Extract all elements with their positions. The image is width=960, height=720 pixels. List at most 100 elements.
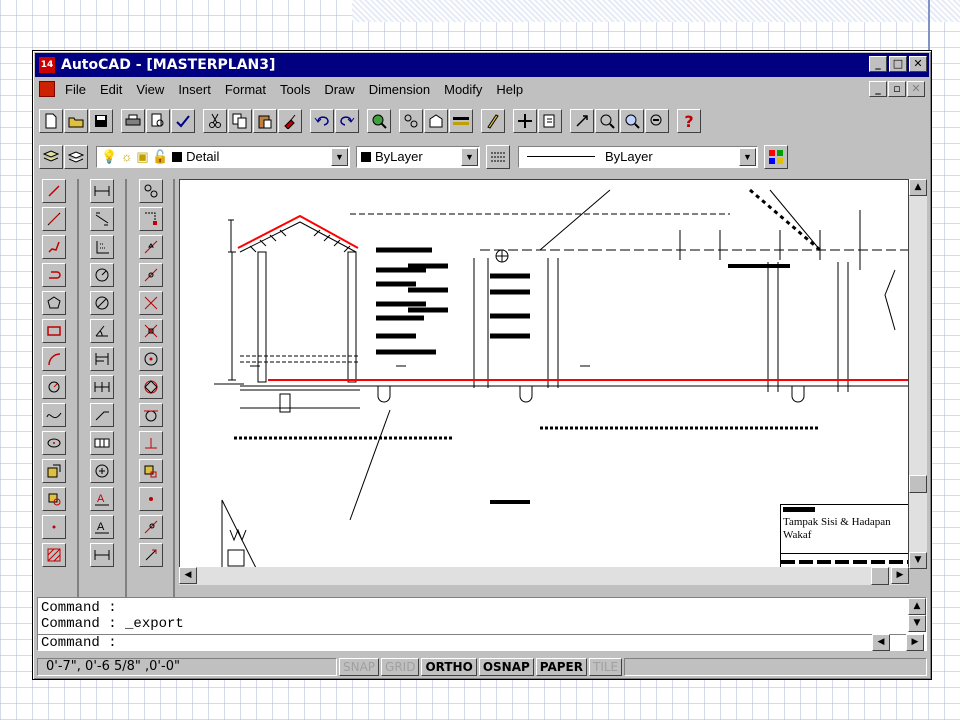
- redraw-icon[interactable]: [570, 109, 594, 133]
- osnap-none-icon[interactable]: [139, 515, 163, 539]
- linetype-dropdown-arrow-icon[interactable]: ▼: [739, 148, 756, 166]
- insert-block-icon[interactable]: [42, 459, 66, 483]
- help-icon[interactable]: ?: [677, 109, 701, 133]
- command-scroll-down-icon[interactable]: ▼: [908, 615, 926, 632]
- osnap-midpoint-icon[interactable]: [139, 235, 163, 259]
- maximize-button[interactable]: □: [889, 56, 907, 72]
- osnap-quadrant-icon[interactable]: [139, 375, 163, 399]
- make-block-icon[interactable]: [42, 487, 66, 511]
- osnap-toggle[interactable]: OSNAP: [478, 658, 534, 676]
- print-icon[interactable]: [121, 109, 145, 133]
- osnap-intersection-icon[interactable]: [139, 179, 163, 203]
- save-icon[interactable]: [89, 109, 113, 133]
- menu-help[interactable]: Help: [496, 82, 523, 97]
- preview-icon[interactable]: [146, 109, 170, 133]
- ordinate-dimension-icon[interactable]: [90, 235, 114, 259]
- color-dropdown-arrow-icon[interactable]: ▼: [461, 148, 478, 166]
- linetype-dropdown[interactable]: ByLayer ▼: [518, 146, 758, 168]
- linear-dimension-icon[interactable]: [90, 179, 114, 203]
- open-icon[interactable]: [64, 109, 88, 133]
- copy-icon[interactable]: [228, 109, 252, 133]
- scroll-left-icon[interactable]: ◀: [179, 567, 197, 584]
- draw-pen-icon[interactable]: [481, 109, 505, 133]
- hatch-icon[interactable]: [42, 543, 66, 567]
- menu-file[interactable]: File: [65, 82, 86, 97]
- layer-dropdown[interactable]: 💡 ☼ ▣ 🔓 Detail ▼: [96, 146, 350, 168]
- doc-restore-button[interactable]: ▫: [888, 81, 906, 97]
- ellipse-icon[interactable]: [42, 431, 66, 455]
- tracking-icon[interactable]: [424, 109, 448, 133]
- doc-minimize-button[interactable]: _: [869, 81, 887, 97]
- circle-icon[interactable]: [42, 375, 66, 399]
- spelling-icon[interactable]: [171, 109, 195, 133]
- osnap-endpoint-icon[interactable]: [139, 207, 163, 231]
- zoom-window-icon[interactable]: [645, 109, 669, 133]
- inquiry-icon[interactable]: [538, 109, 562, 133]
- scroll-down-icon[interactable]: ▼: [909, 552, 927, 569]
- command-prompt[interactable]: Command :: [41, 635, 117, 651]
- command-scroll-right-icon[interactable]: ▶: [906, 634, 924, 651]
- layers-icon[interactable]: [39, 145, 63, 169]
- new-icon[interactable]: [39, 109, 63, 133]
- menu-dimension[interactable]: Dimension: [369, 82, 430, 97]
- osnap-nearest-icon[interactable]: [139, 263, 163, 287]
- layer-dropdown-arrow-icon[interactable]: ▼: [331, 148, 348, 166]
- osnap-perpendicular-icon[interactable]: [139, 431, 163, 455]
- dimension-text-edit-icon[interactable]: A: [90, 515, 114, 539]
- paper-toggle[interactable]: PAPER: [535, 658, 587, 676]
- ucs-icon[interactable]: [513, 109, 537, 133]
- scroll-right-icon[interactable]: ▶: [891, 567, 909, 584]
- linetype-icon[interactable]: [486, 145, 510, 169]
- pan-icon[interactable]: [595, 109, 619, 133]
- horizontal-scrollbar[interactable]: ◀ ▶: [179, 567, 909, 585]
- document-icon[interactable]: [39, 81, 55, 97]
- close-button[interactable]: ✕: [909, 56, 927, 72]
- polygon-icon[interactable]: [42, 291, 66, 315]
- polygon-arc-icon[interactable]: [42, 263, 66, 287]
- color-dropdown[interactable]: ByLayer ▼: [356, 146, 480, 168]
- radius-dimension-icon[interactable]: [90, 263, 114, 287]
- title-bar[interactable]: 14 AutoCAD - [MASTERPLAN3] _ □ ✕: [35, 53, 929, 77]
- launch-browser-icon[interactable]: [367, 109, 391, 133]
- coordinate-readout[interactable]: 0'-7", 0'-6 5/8" ,0'-0": [37, 658, 337, 676]
- leader-icon[interactable]: [90, 403, 114, 427]
- osnap-apparent-icon[interactable]: [139, 291, 163, 315]
- autocad-app-icon[interactable]: 14: [39, 57, 55, 73]
- diameter-dimension-icon[interactable]: [90, 291, 114, 315]
- redo-icon[interactable]: [335, 109, 359, 133]
- zoom-icon[interactable]: [620, 109, 644, 133]
- menu-tools[interactable]: Tools: [280, 82, 310, 97]
- drawing-canvas[interactable]: Tampak Sisi & Hadapan Wakaf: [179, 179, 909, 585]
- construction-line-icon[interactable]: [42, 207, 66, 231]
- command-scroll-left-icon[interactable]: ◀: [872, 634, 890, 651]
- menu-edit[interactable]: Edit: [100, 82, 122, 97]
- osnap-node-icon[interactable]: [139, 487, 163, 511]
- polyline-icon[interactable]: [42, 235, 66, 259]
- aligned-dimension-icon[interactable]: [90, 207, 114, 231]
- continue-dimension-icon[interactable]: [90, 375, 114, 399]
- osnap-tangent-icon[interactable]: [139, 403, 163, 427]
- angular-dimension-icon[interactable]: [90, 319, 114, 343]
- osnap-center-icon[interactable]: [139, 347, 163, 371]
- point-icon[interactable]: [42, 515, 66, 539]
- tile-toggle[interactable]: TILE: [589, 658, 623, 676]
- cut-icon[interactable]: [203, 109, 227, 133]
- command-window[interactable]: Command : Command : _export Command : ▲ …: [37, 597, 927, 651]
- center-mark-icon[interactable]: [90, 459, 114, 483]
- command-scroll-up-icon[interactable]: ▲: [908, 598, 926, 615]
- paste-icon[interactable]: [253, 109, 277, 133]
- vertical-scroll-thumb[interactable]: [909, 475, 927, 493]
- menu-modify[interactable]: Modify: [444, 82, 482, 97]
- osnap-extension-icon[interactable]: [139, 319, 163, 343]
- point-filter-icon[interactable]: [449, 109, 473, 133]
- scroll-up-icon[interactable]: ▲: [909, 179, 927, 196]
- snap-toggle[interactable]: SNAP: [339, 658, 380, 676]
- dimension-edit-icon[interactable]: A: [90, 487, 114, 511]
- menu-view[interactable]: View: [136, 82, 164, 97]
- rectangle-icon[interactable]: [42, 319, 66, 343]
- arc-icon[interactable]: [42, 347, 66, 371]
- horizontal-scroll-thumb[interactable]: [871, 567, 889, 585]
- menu-draw[interactable]: Draw: [324, 82, 354, 97]
- osnap-settings-icon[interactable]: [139, 543, 163, 567]
- properties-icon[interactable]: [764, 145, 788, 169]
